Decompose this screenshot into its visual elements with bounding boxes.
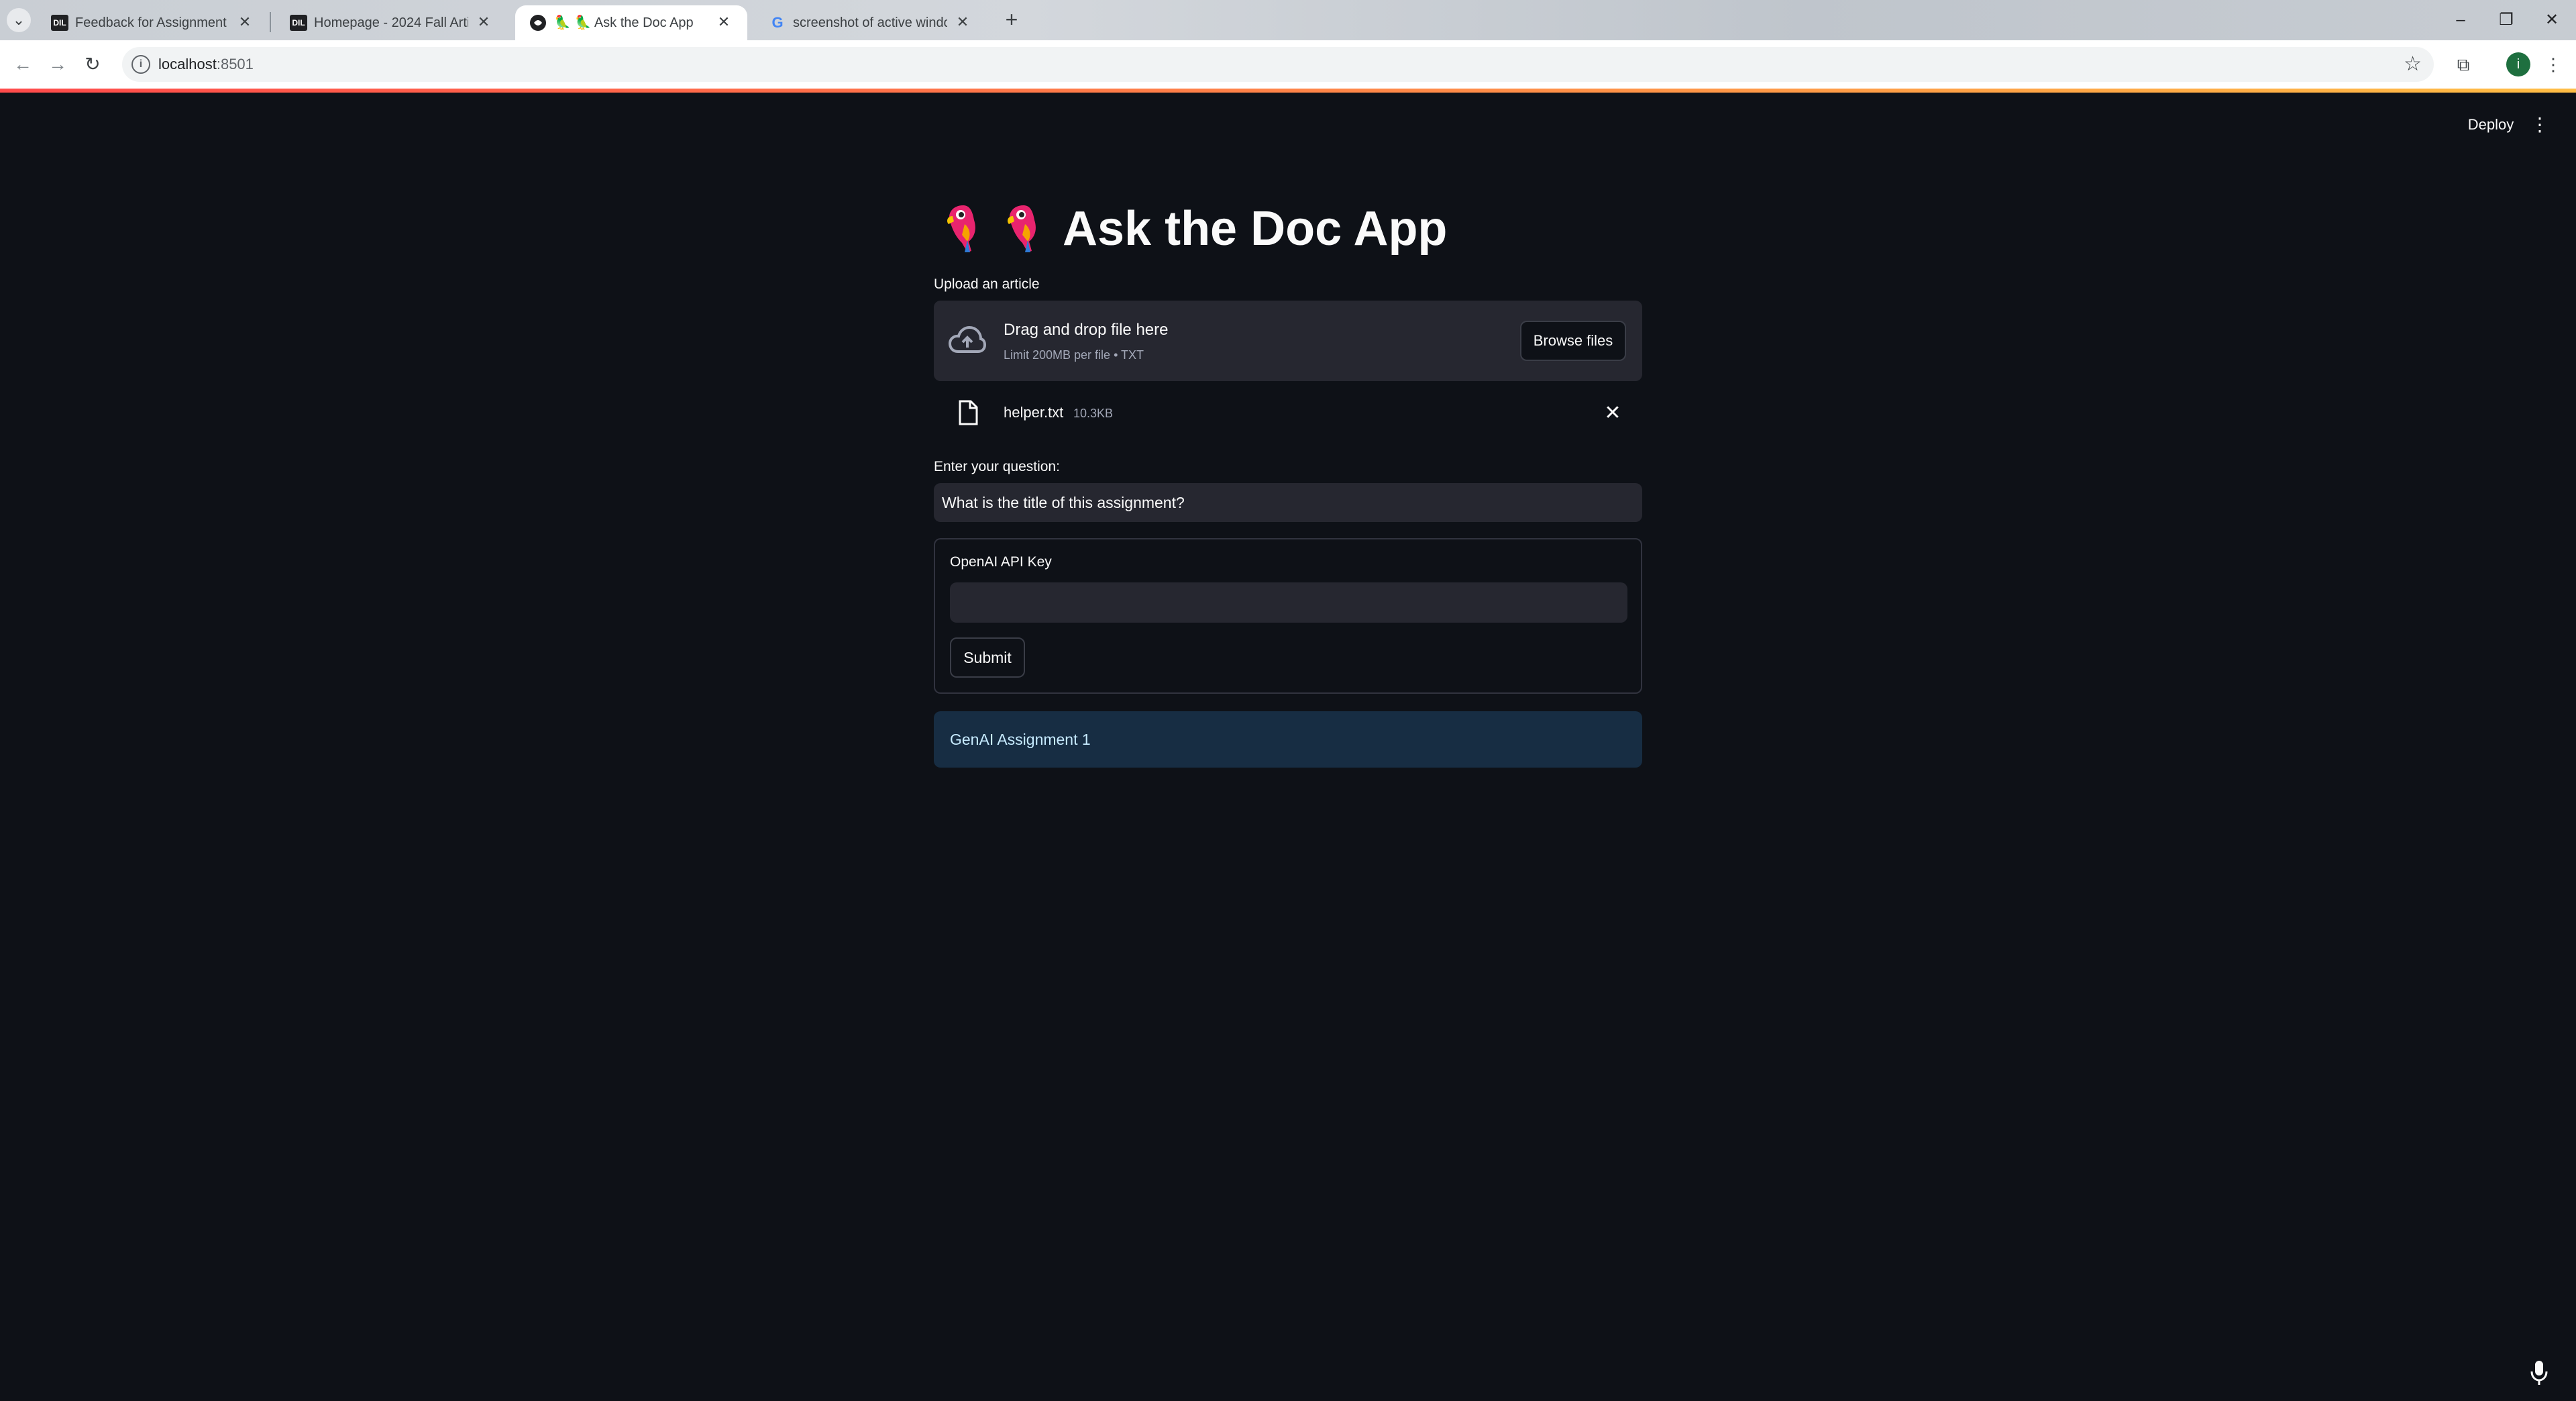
page-title: Ask the Doc App bbox=[1063, 202, 1448, 256]
question-input[interactable]: What is the title of this assignment? bbox=[934, 483, 1642, 522]
back-icon[interactable]: ← bbox=[9, 51, 36, 78]
close-tab-icon[interactable]: ✕ bbox=[953, 12, 973, 32]
browse-files-button[interactable]: Browse files bbox=[1520, 321, 1626, 361]
tab-title: 🦜 🦜 Ask the Doc App bbox=[554, 15, 694, 30]
browser-toolbar: ← → ↻ i localhost:8501 ☆ ⧉ i ⋮ bbox=[0, 40, 2576, 89]
tab-search-icon[interactable]: ⌄ bbox=[7, 8, 31, 32]
forward-icon[interactable]: → bbox=[44, 51, 71, 78]
dropzone-instructions: Drag and drop file here bbox=[1004, 321, 1169, 339]
streamlit-favicon-icon bbox=[530, 15, 546, 31]
close-tab-icon[interactable]: ✕ bbox=[714, 12, 734, 32]
tab-separator bbox=[270, 12, 271, 32]
site-info-icon[interactable]: i bbox=[131, 55, 150, 74]
tab-homepage[interactable]: DIL Homepage - 2024 Fall Artificial ✕ bbox=[275, 5, 507, 40]
tab-feedback[interactable]: DIL Feedback for Assignment 3 Ge ✕ bbox=[36, 5, 268, 40]
remove-file-icon[interactable]: ✕ bbox=[1601, 401, 1625, 425]
bookmark-star-icon[interactable]: ☆ bbox=[2404, 52, 2422, 76]
tab-ask-the-doc[interactable]: 🦜 🦜 Ask the Doc App ✕ bbox=[515, 5, 747, 40]
file-size: 10.3KB bbox=[1073, 407, 1114, 420]
close-tab-icon[interactable]: ✕ bbox=[235, 12, 255, 32]
answer-info-box: GenAI Assignment 1 bbox=[934, 711, 1642, 768]
extensions-icon[interactable]: ⧉ bbox=[2450, 51, 2477, 78]
submit-button[interactable]: Submit bbox=[950, 637, 1025, 678]
upload-label: Upload an article bbox=[934, 276, 1040, 292]
address-text[interactable]: localhost:8501 bbox=[158, 55, 254, 74]
dil-favicon-icon: DIL bbox=[51, 15, 68, 31]
minimize-icon[interactable]: – bbox=[2440, 5, 2481, 35]
question-label: Enter your question: bbox=[934, 459, 1060, 474]
api-key-label: OpenAI API Key bbox=[950, 554, 1052, 570]
new-tab-icon[interactable]: + bbox=[1000, 8, 1024, 32]
browser-menu-icon[interactable]: ⋮ bbox=[2540, 51, 2567, 78]
dropzone-limit: Limit 200MB per file • TXT bbox=[1004, 348, 1144, 362]
parrot-emoji-icon bbox=[947, 205, 975, 252]
microphone-icon[interactable] bbox=[2529, 1359, 2549, 1386]
api-key-form: OpenAI API Key Submit bbox=[934, 538, 1642, 694]
uploaded-file: helper.txt 10.3KB ✕ bbox=[934, 393, 1642, 433]
api-key-input[interactable] bbox=[950, 582, 1627, 623]
file-icon bbox=[959, 400, 978, 425]
tab-title: Homepage - 2024 Fall Artificial bbox=[314, 15, 468, 30]
parrot-emoji-icon bbox=[1008, 205, 1036, 252]
address-bar[interactable]: i localhost:8501 ☆ bbox=[122, 47, 2434, 82]
file-name: helper.txt bbox=[1004, 404, 1064, 421]
window-close-icon[interactable]: ✕ bbox=[2532, 5, 2572, 35]
page-title-row: Ask the Doc App bbox=[934, 195, 1642, 268]
tab-title: Feedback for Assignment 3 Ge bbox=[75, 15, 229, 30]
restore-icon[interactable]: ❐ bbox=[2486, 5, 2526, 35]
reload-icon[interactable]: ↻ bbox=[79, 51, 106, 78]
address-host: localhost bbox=[158, 56, 217, 72]
tab-google-search[interactable]: G screenshot of active window - G ✕ bbox=[754, 5, 986, 40]
main-menu-icon[interactable]: ⋮ bbox=[2526, 111, 2553, 138]
profile-avatar[interactable]: i bbox=[2506, 52, 2530, 76]
google-favicon-icon: G bbox=[771, 14, 784, 31]
streamlit-decoration-bar bbox=[0, 89, 2576, 93]
tab-title: screenshot of active window - G bbox=[793, 15, 947, 30]
address-port: :8501 bbox=[216, 56, 254, 72]
deploy-button[interactable]: Deploy bbox=[2455, 111, 2526, 138]
cloud-upload-icon bbox=[949, 325, 986, 353]
dil-favicon-icon: DIL bbox=[290, 15, 307, 31]
file-dropzone[interactable]: Drag and drop file here Limit 200MB per … bbox=[934, 301, 1642, 381]
close-tab-icon[interactable]: ✕ bbox=[474, 12, 494, 32]
browser-tab-strip: ⌄ DIL Feedback for Assignment 3 Ge ✕ DIL… bbox=[0, 0, 2576, 40]
